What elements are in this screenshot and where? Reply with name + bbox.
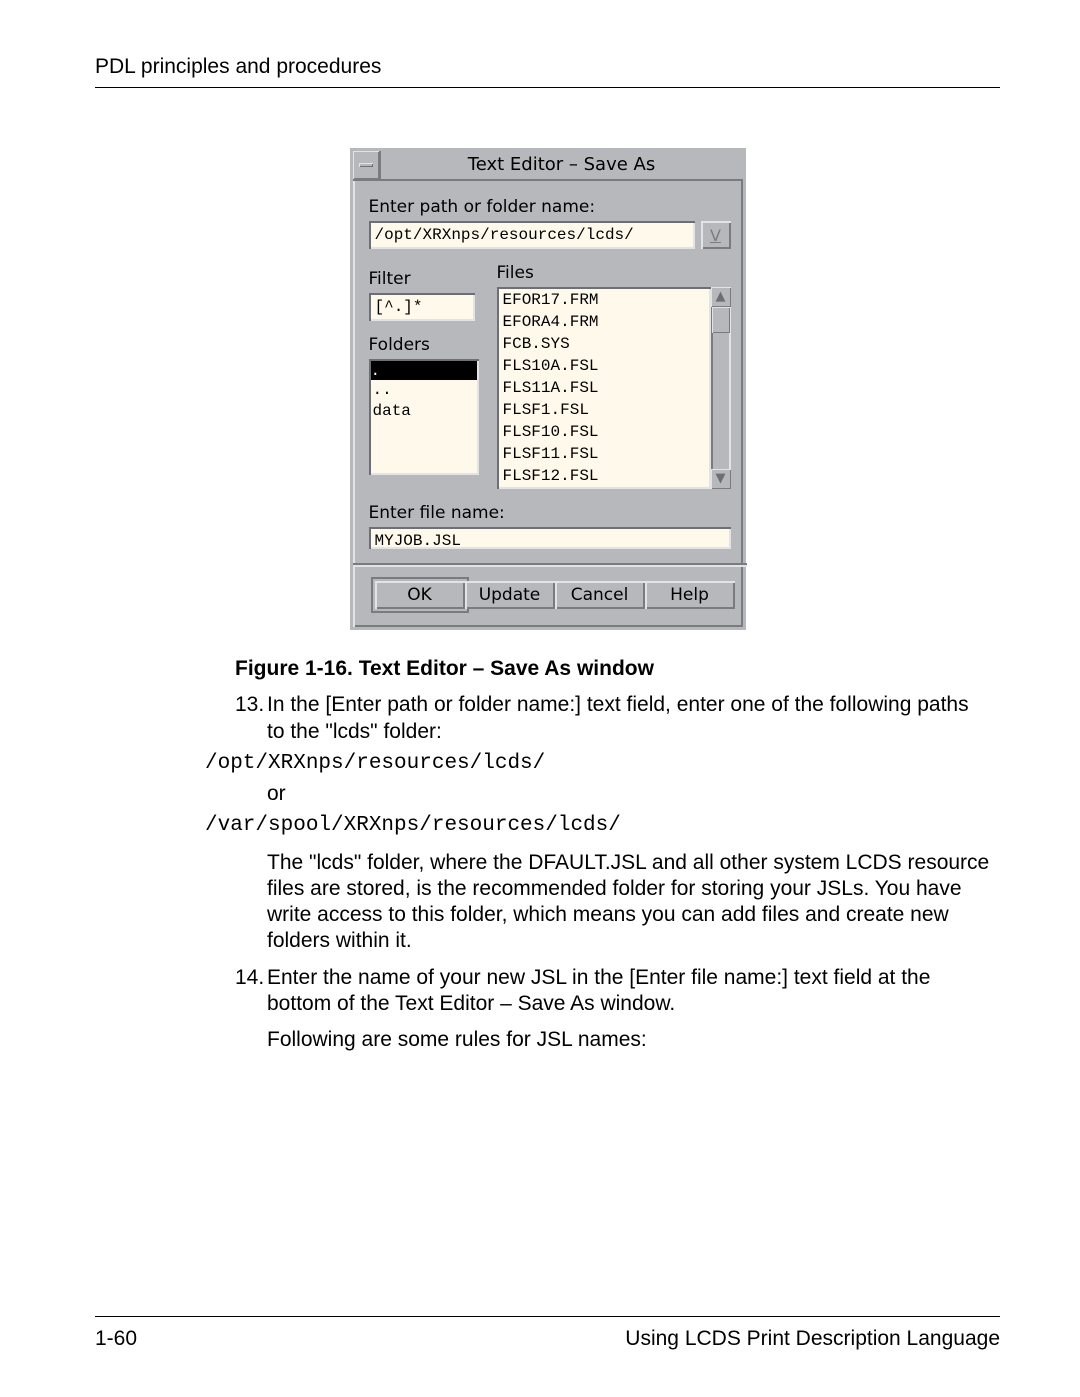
- folder-item-selected[interactable]: .: [371, 361, 477, 380]
- dialog-button-row: OK Update Cancel Help: [369, 567, 731, 623]
- scroll-down-icon[interactable]: ▼: [711, 469, 731, 489]
- path-dropdown-button[interactable]: V: [701, 221, 731, 249]
- file-item[interactable]: FLS10A.FSL: [503, 355, 705, 377]
- cancel-button[interactable]: Cancel: [555, 581, 645, 609]
- folders-label: Folders: [369, 335, 487, 355]
- folder-item[interactable]: data: [373, 401, 475, 422]
- files-scrollbar[interactable]: ▲ ▼: [711, 287, 731, 489]
- step-text: In the [Enter path or folder name:] text…: [267, 692, 990, 745]
- filter-label: Filter: [369, 269, 487, 289]
- files-list[interactable]: EFOR17.FRM EFORA4.FRM FCB.SYS FLS10A.FSL…: [497, 287, 711, 489]
- scroll-up-icon[interactable]: ▲: [711, 287, 731, 307]
- file-item[interactable]: FLS11A.FSL: [503, 377, 705, 399]
- figure-container: Text Editor – Save As Enter path or fold…: [95, 148, 1000, 630]
- file-item[interactable]: FLSF10.FSL: [503, 421, 705, 443]
- file-item[interactable]: FLSF11.FSL: [503, 443, 705, 465]
- or-text: or: [267, 781, 990, 807]
- save-as-dialog: Text Editor – Save As Enter path or fold…: [350, 148, 746, 630]
- update-button[interactable]: Update: [465, 581, 555, 609]
- page-number: 1-60: [95, 1327, 137, 1351]
- step-14: 14. Enter the name of your new JSL in th…: [235, 965, 990, 1018]
- path-input[interactable]: /opt/XRXnps/resources/lcds/: [369, 221, 695, 249]
- body-text: Figure 1-16. Text Editor – Save As windo…: [235, 656, 990, 1053]
- help-button[interactable]: Help: [645, 581, 735, 609]
- filter-input[interactable]: [^.]*: [369, 293, 475, 321]
- scroll-thumb[interactable]: [712, 307, 730, 333]
- code-path-1: /opt/XRXnps/resources/lcds/: [205, 751, 990, 777]
- file-item[interactable]: FCB.SYS: [503, 333, 705, 355]
- dialog-title: Text Editor – Save As: [381, 151, 743, 179]
- figure-caption: Figure 1-16. Text Editor – Save As windo…: [235, 656, 990, 682]
- file-item[interactable]: EFOR17.FRM: [503, 289, 705, 311]
- step-13: 13. In the [Enter path or folder name:] …: [235, 692, 990, 745]
- files-label: Files: [497, 263, 731, 283]
- lcds-paragraph: The "lcds" folder, where the DFAULT.JSL …: [267, 850, 990, 955]
- rules-intro: Following are some rules for JSL names:: [267, 1027, 990, 1053]
- dialog-titlebar: Text Editor – Save As: [353, 151, 743, 181]
- window-menu-button[interactable]: [353, 151, 381, 179]
- code-path-2: /var/spool/XRXnps/resources/lcds/: [205, 813, 990, 839]
- book-title: Using LCDS Print Description Language: [625, 1327, 1000, 1351]
- folder-item[interactable]: ..: [373, 380, 475, 401]
- page-footer: 1-60 Using LCDS Print Description Langua…: [95, 1316, 1000, 1351]
- filename-label: Enter file name:: [369, 503, 731, 523]
- step-text: Enter the name of your new JSL in the [E…: [267, 965, 990, 1018]
- file-item[interactable]: EFORA4.FRM: [503, 311, 705, 333]
- ok-button[interactable]: OK: [375, 581, 465, 609]
- filename-input[interactable]: MYJOB.JSL: [369, 527, 731, 549]
- section-header: PDL principles and procedures: [95, 55, 1000, 88]
- path-label: Enter path or folder name:: [369, 197, 731, 217]
- folders-list[interactable]: . .. data: [369, 359, 479, 475]
- step-number: 14.: [235, 965, 267, 1018]
- step-number: 13.: [235, 692, 267, 745]
- file-item[interactable]: FLSF1.FSL: [503, 399, 705, 421]
- file-item[interactable]: FLSF12.FSL: [503, 465, 705, 487]
